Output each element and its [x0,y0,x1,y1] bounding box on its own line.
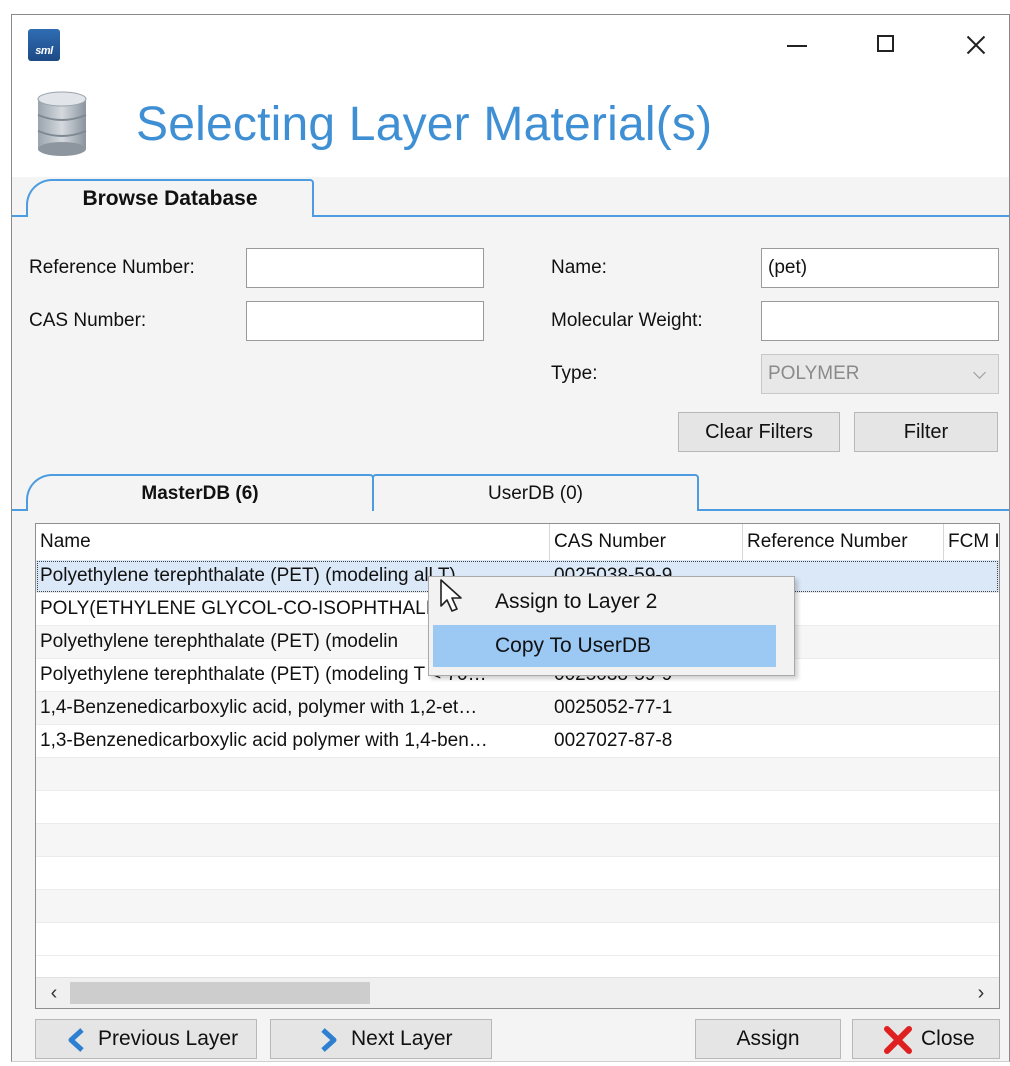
empty-row [36,890,999,923]
column-header-reference-number[interactable]: Reference Number [743,524,944,560]
title-bar: sml [12,15,1009,77]
cas-number-label: CAS Number: [29,310,147,331]
previous-layer-label: Previous Layer [98,1027,239,1050]
database-tab-strip: MasterDB (6) UserDB (0) [12,471,1009,513]
menu-item-copy-to-userdb[interactable]: Copy To UserDB [433,625,776,667]
name-field[interactable]: (pet) [761,248,999,288]
close-button-label: Close [921,1027,975,1050]
molecular-weight-field[interactable] [761,301,999,341]
type-select-value: POLYMER [768,363,860,384]
database-icon [37,91,87,156]
empty-row [36,824,999,857]
tab-browse-database[interactable]: Browse Database [26,179,314,219]
context-menu: Assign to Layer 2 Copy To UserDB [428,576,795,676]
molecular-weight-label: Molecular Weight: [551,310,703,331]
scroll-right-icon[interactable]: › [967,978,995,1008]
type-label: Type: [551,363,598,384]
tab-userdb[interactable]: UserDB (0) [372,474,699,511]
scrollbar-thumb[interactable] [70,982,370,1004]
chevron-down-icon [973,366,986,379]
maximize-icon[interactable] [862,25,910,65]
table-row[interactable]: 1,4-Benzenedicarboxylic acid, polymer wi… [36,692,999,725]
column-header-fcm[interactable]: FCM I [944,524,999,560]
cell-name: 1,4-Benzenedicarboxylic acid, polymer wi… [40,697,478,718]
column-header-cas-number[interactable]: CAS Number [550,524,743,560]
scroll-left-icon[interactable]: ‹ [40,978,68,1008]
assign-button[interactable]: Assign [695,1019,841,1059]
horizontal-scrollbar[interactable]: ‹ › [36,977,999,1008]
minimize-icon[interactable] [772,25,820,65]
app-logo-icon: sml [28,29,60,61]
empty-row [36,923,999,956]
tab-masterdb[interactable]: MasterDB (6) [26,474,374,513]
cas-number-field[interactable] [246,301,484,341]
next-layer-button[interactable]: Next Layer [270,1019,492,1059]
close-x-icon [884,1026,912,1054]
dialog-header: Selecting Layer Material(s) [12,77,1009,177]
clear-filters-button[interactable]: Clear Filters [678,412,840,452]
next-layer-label: Next Layer [351,1027,453,1050]
reference-number-label: Reference Number: [29,257,195,278]
chevron-right-icon [321,1028,337,1052]
empty-row [36,758,999,791]
name-label: Name: [551,257,607,278]
empty-row [36,857,999,890]
cell-cas-number: 0027027-87-8 [554,730,673,751]
empty-row [36,791,999,824]
mouse-cursor-icon [440,579,462,612]
table-row[interactable]: 1,3-Benzenedicarboxylic acid polymer wit… [36,725,999,758]
close-window-icon[interactable] [952,25,1000,65]
menu-item-assign-to-layer[interactable]: Assign to Layer 2 [433,581,776,623]
cell-name: 1,3-Benzenedicarboxylic acid polymer wit… [40,730,488,751]
reference-number-field[interactable] [246,248,484,288]
close-button[interactable]: Close [852,1019,1000,1059]
dialog-window: sml Selecting Layer Material(s) Browse D… [11,14,1010,1062]
top-tab-strip: Browse Database [12,177,1009,219]
chevron-left-icon [68,1028,84,1052]
type-select[interactable]: POLYMER [761,354,999,394]
table-header: Name CAS Number Reference Number FCM I [36,524,999,561]
cell-cas-number: 0025052-77-1 [554,697,673,718]
column-header-name[interactable]: Name [36,524,550,560]
page-title: Selecting Layer Material(s) [136,98,713,151]
previous-layer-button[interactable]: Previous Layer [35,1019,257,1059]
filter-button[interactable]: Filter [854,412,998,452]
